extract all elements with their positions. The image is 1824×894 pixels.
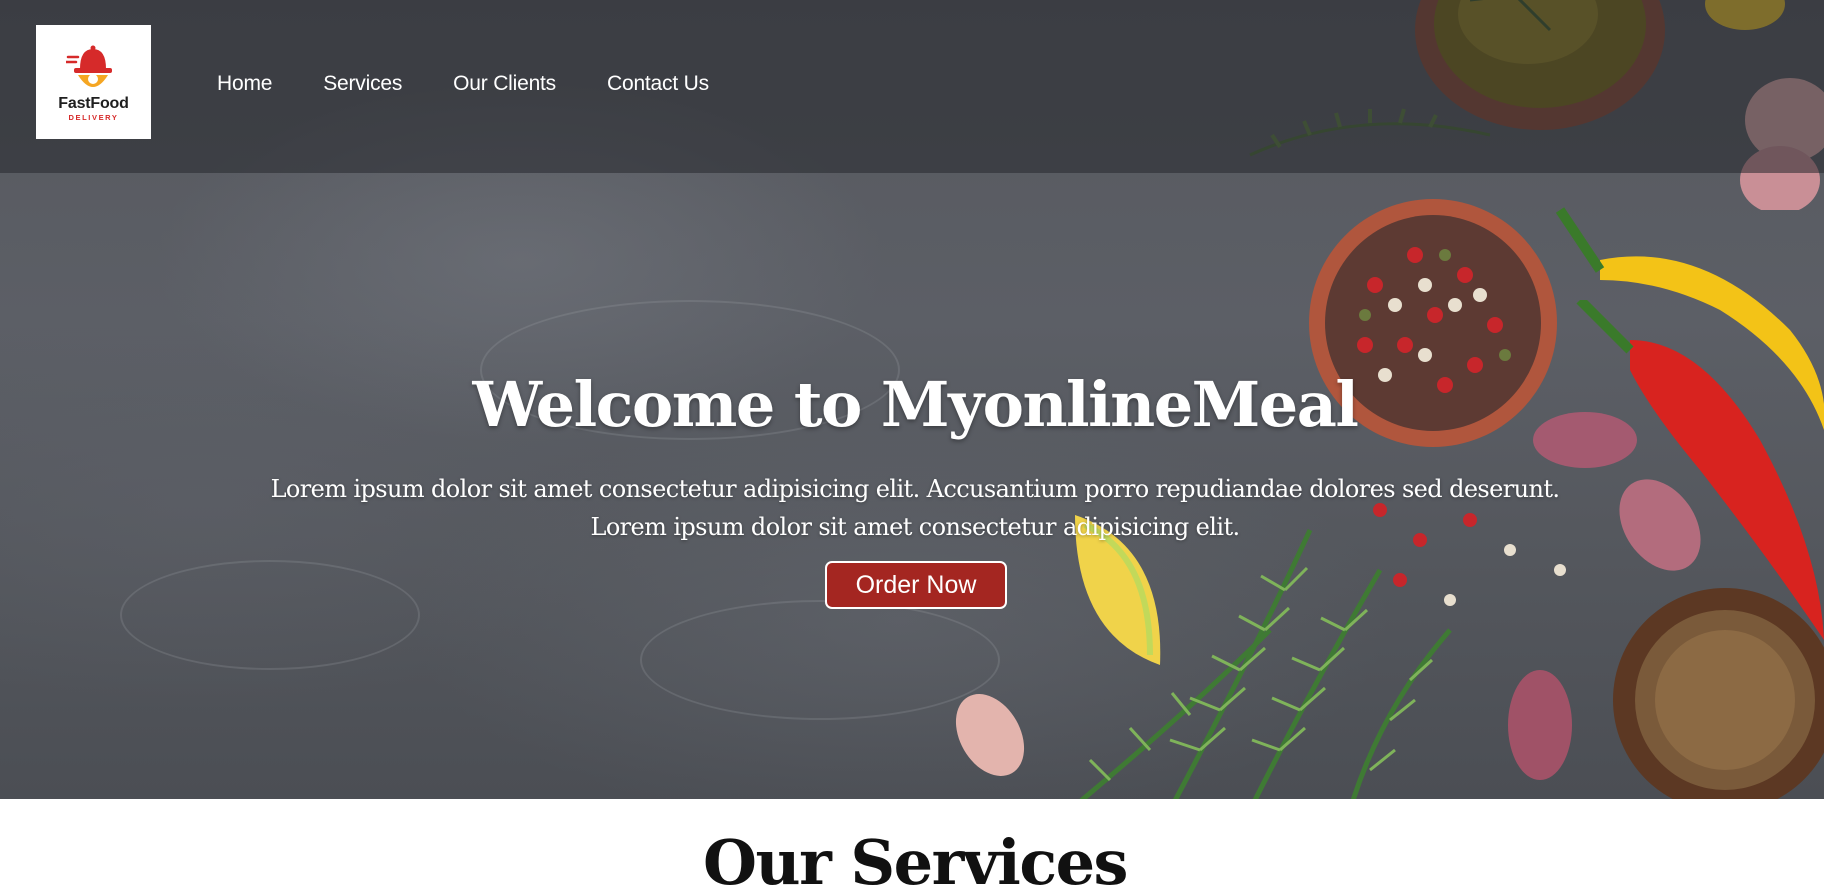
main-nav: Home Services Our Clients Contact Us xyxy=(217,72,709,96)
services-title: Our Services xyxy=(703,826,1128,894)
hero-description-line-2: Lorem ipsum dolor sit amet consectetur a… xyxy=(590,513,1240,541)
nav-home[interactable]: Home xyxy=(217,72,272,96)
nav-our-clients[interactable]: Our Clients xyxy=(453,72,556,96)
logo-subtitle: DELIVERY xyxy=(68,113,119,122)
logo[interactable]: FastFood DELIVERY xyxy=(36,25,151,139)
nav-services[interactable]: Services xyxy=(323,72,402,96)
garlic-clove-image xyxy=(945,685,1035,785)
stone-texture xyxy=(120,560,420,670)
hero-description: Lorem ipsum dolor sit amet consectetur a… xyxy=(0,470,1824,546)
nav-contact-us[interactable]: Contact Us xyxy=(607,72,709,96)
order-now-button[interactable]: Order Now xyxy=(825,561,1007,609)
hero-title: Welcome to MyonlineMeal xyxy=(472,368,1359,441)
hero-description-line-1: Lorem ipsum dolor sit amet consectetur a… xyxy=(270,475,1560,503)
logo-name: FastFood xyxy=(58,95,129,112)
cumin-bowl-image xyxy=(1610,585,1824,799)
food-delivery-logo-icon xyxy=(66,45,112,87)
